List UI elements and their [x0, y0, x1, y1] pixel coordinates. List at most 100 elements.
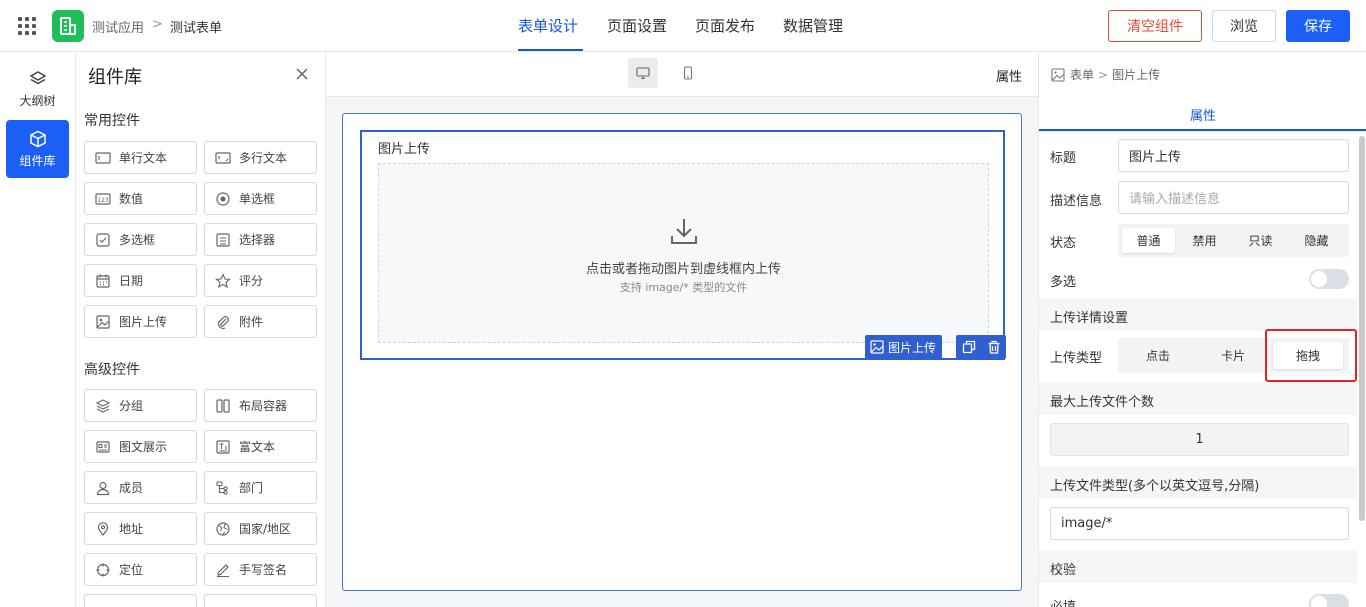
- state-label: 状态: [1050, 236, 1077, 251]
- component-address[interactable]: 地址: [84, 512, 197, 545]
- mobile-icon: [683, 66, 693, 80]
- copy-icon[interactable]: [962, 340, 976, 354]
- top-header: 测试应用 > 测试表单 表单设计 页面设置 页面发布 数据管理 清空组件 浏览 …: [0, 0, 1366, 52]
- image-icon: [96, 314, 110, 329]
- component-number[interactable]: 123 数值: [84, 182, 197, 215]
- component-member[interactable]: 成员: [84, 471, 197, 504]
- component-rich-text[interactable]: 富文本: [204, 430, 317, 463]
- title-input[interactable]: 图片上传: [1118, 139, 1349, 172]
- image-icon: [1051, 67, 1065, 82]
- multi-label: 多选: [1050, 275, 1077, 290]
- props-scrollbar[interactable]: [1359, 136, 1365, 521]
- rich-text-icon: [216, 439, 230, 454]
- props-breadcrumb: 表单 > 图片上传: [1051, 66, 1160, 83]
- rail-item-components[interactable]: 组件库: [6, 120, 69, 178]
- component-image-upload[interactable]: 图片上传: [84, 305, 197, 338]
- tab-page-settings[interactable]: 页面设置: [607, 15, 667, 36]
- canvas-property-label[interactable]: 属性: [996, 66, 1022, 85]
- globe-icon: [216, 521, 230, 536]
- upload-type-label: 上传类型: [1050, 351, 1103, 366]
- paperclip-icon: [217, 315, 229, 329]
- radio-icon: [216, 191, 230, 206]
- validation-section: 校验: [1039, 550, 1357, 583]
- save-button[interactable]: 保存: [1286, 10, 1350, 42]
- props-crumb-form[interactable]: 表单: [1070, 66, 1094, 83]
- props-tab-indicator: [1039, 129, 1366, 131]
- tab-data-management[interactable]: 数据管理: [783, 15, 843, 36]
- columns-icon: [216, 398, 230, 413]
- close-icon[interactable]: [294, 66, 310, 82]
- component-rating[interactable]: 评分: [204, 264, 317, 297]
- download-icon: [671, 219, 697, 244]
- component-more-2[interactable]: [204, 594, 317, 607]
- props-crumb-separator: >: [1098, 67, 1109, 82]
- checkbox-icon: [96, 232, 110, 247]
- component-more-1[interactable]: [84, 594, 197, 607]
- user-icon: [96, 481, 110, 495]
- component-location[interactable]: 定位: [84, 553, 197, 586]
- number-icon: 123: [95, 192, 111, 205]
- description-input[interactable]: 请输入描述信息: [1118, 181, 1349, 214]
- tab-page-publish[interactable]: 页面发布: [695, 15, 755, 36]
- rail-item-label: 组件库: [19, 153, 56, 168]
- pen-icon: [217, 563, 229, 577]
- component-attachment[interactable]: 附件: [204, 305, 317, 338]
- breadcrumb-form: 测试表单: [170, 21, 223, 36]
- desktop-view-button[interactable]: [628, 58, 658, 88]
- file-type-input[interactable]: image/*: [1050, 507, 1349, 540]
- app-grid-icon[interactable]: [18, 17, 36, 35]
- form-card[interactable]: 图片上传 点击或者拖动图片到虚线框内上传 支持 image/* 类型的文件 图片…: [342, 113, 1022, 591]
- component-radio[interactable]: 单选框: [204, 182, 317, 215]
- max-count-input[interactable]: 1: [1050, 423, 1349, 456]
- state-disabled[interactable]: 禁用: [1178, 228, 1231, 253]
- mobile-view-button[interactable]: [673, 58, 703, 88]
- component-department[interactable]: 部门: [204, 471, 317, 504]
- component-country-region[interactable]: 国家/地区: [204, 512, 317, 545]
- required-toggle[interactable]: [1309, 594, 1349, 607]
- trash-icon[interactable]: [987, 340, 1001, 354]
- props-crumb-field: 图片上传: [1112, 68, 1161, 82]
- component-single-line-text[interactable]: 单行文本: [84, 141, 197, 174]
- multi-toggle[interactable]: [1309, 269, 1349, 289]
- state-segmented: 普通 禁用 只读 隐藏: [1118, 224, 1349, 257]
- form-canvas: 图片上传 点击或者拖动图片到虚线框内上传 支持 image/* 类型的文件 图片…: [326, 97, 1038, 607]
- tab-properties[interactable]: 属性: [1039, 96, 1366, 132]
- component-group[interactable]: 分组: [84, 389, 197, 422]
- component-image-text[interactable]: 图文展示: [84, 430, 197, 463]
- component-layout-container[interactable]: 布局容器: [204, 389, 317, 422]
- multi-line-icon: [215, 151, 231, 164]
- tree-icon: [216, 480, 228, 495]
- layers-icon: [28, 70, 47, 84]
- field-tag-label: 图片上传: [888, 340, 937, 355]
- preview-button[interactable]: 浏览: [1212, 10, 1276, 42]
- upload-drop-zone[interactable]: 点击或者拖动图片到虚线框内上传 支持 image/* 类型的文件: [378, 163, 989, 343]
- upload-type-click[interactable]: 点击: [1123, 342, 1193, 369]
- canvas-toolbar: 属性: [326, 52, 1038, 97]
- max-count-section: 最大上传文件个数: [1039, 382, 1357, 415]
- clear-components-button[interactable]: 清空组件: [1108, 10, 1202, 42]
- component-checkbox[interactable]: 多选框: [84, 223, 197, 256]
- state-hidden[interactable]: 隐藏: [1290, 228, 1343, 253]
- required-label: 必填: [1050, 596, 1076, 607]
- calendar-icon: [96, 274, 110, 288]
- component-multi-line-text[interactable]: 多行文本: [204, 141, 317, 174]
- drop-zone-hint: 点击或者拖动图片到虚线框内上传: [585, 262, 781, 277]
- component-date[interactable]: 日期: [84, 264, 197, 297]
- card-icon: [96, 440, 110, 453]
- map-pin-icon: [97, 521, 109, 536]
- component-signature[interactable]: 手写签名: [204, 553, 317, 586]
- component-select[interactable]: 选择器: [204, 223, 317, 256]
- rail-item-outline[interactable]: 大纲树: [6, 60, 69, 118]
- image-upload-field[interactable]: 图片上传 点击或者拖动图片到虚线框内上传 支持 image/* 类型的文件 图片…: [360, 130, 1006, 360]
- selected-field-tag: 图片上传: [865, 335, 943, 359]
- tab-form-design[interactable]: 表单设计: [518, 15, 578, 36]
- state-readonly[interactable]: 只读: [1234, 228, 1287, 253]
- state-normal[interactable]: 普通: [1122, 228, 1175, 253]
- upload-type-card[interactable]: 卡片: [1198, 342, 1268, 369]
- common-controls-title: 常用控件: [84, 113, 140, 129]
- title-label: 标题: [1050, 151, 1077, 166]
- single-line-icon: [95, 151, 111, 164]
- breadcrumb-app[interactable]: 测试应用: [92, 17, 144, 36]
- layers-icon: [95, 398, 111, 413]
- description-label: 描述信息: [1050, 194, 1103, 209]
